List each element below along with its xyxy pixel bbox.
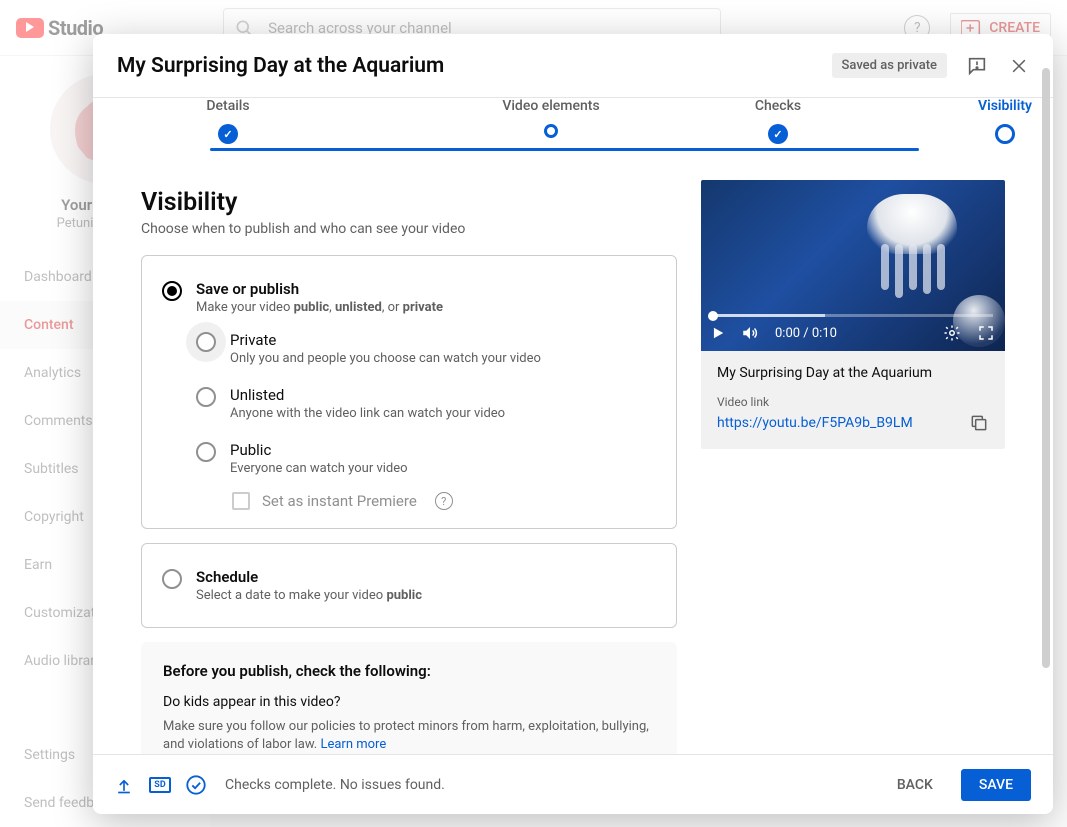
radio-save-or-publish[interactable] [162,281,182,301]
dialog-title: My Surprising Day at the Aquarium [117,54,444,78]
dialog-body: Visibility Choose when to publish and wh… [93,156,1053,754]
save-button[interactable]: SAVE [961,769,1031,801]
video-link-label: Video link [717,395,989,409]
scrollbar[interactable] [1042,68,1050,754]
premiere-checkbox-row[interactable]: Set as instant Premiere ? [232,492,656,510]
fullscreen-icon[interactable] [977,324,995,342]
premiere-label: Set as instant Premiere [262,492,417,510]
schedule-desc: Select a date to make your video public [196,588,422,603]
step-details[interactable]: Details [113,98,343,144]
option-unlisted-title: Unlisted [230,386,505,404]
save-or-publish-desc: Make your video public, unlisted, or pri… [196,300,443,315]
step-visibility[interactable]: Visibility [890,98,1067,144]
save-or-publish-radio-row[interactable]: Save or publish Make your video public, … [162,274,656,321]
play-icon[interactable] [711,326,725,340]
radio-unlisted[interactable] [196,387,216,407]
saved-badge: Saved as private [832,53,947,78]
checks-ok-icon [185,774,207,796]
dialog-footer: SD Checks complete. No issues found. BAC… [93,754,1053,814]
step-checks[interactable]: Checks [663,98,893,144]
premiere-checkbox[interactable] [232,492,250,510]
video-progress-bar[interactable] [713,314,993,317]
upload-status-icon[interactable] [113,774,135,796]
back-button[interactable]: BACK [885,769,945,801]
dialog-header: My Surprising Day at the Aquarium Saved … [93,34,1053,98]
option-unlisted-desc: Anyone with the video link can watch you… [230,406,505,421]
step-dot-icon [544,124,558,138]
before-q1: Do kids appear in this video? [163,694,655,710]
schedule-radio-row[interactable]: Schedule Select a date to make your vide… [162,562,656,609]
visibility-subheading: Choose when to publish and who can see y… [141,221,677,237]
step-video-elements[interactable]: Video elements [436,98,666,138]
checks-status-text: Checks complete. No issues found. [225,777,445,793]
preview-column: 0:00 / 0:10 My Surprising Day at the Aqu… [701,180,1005,754]
video-preview-card: 0:00 / 0:10 My Surprising Day at the Aqu… [701,180,1005,449]
step-check-icon [768,124,788,144]
sd-badge[interactable]: SD [149,777,171,793]
stepper: Details Video elements Checks Visibility [93,98,1053,156]
volume-icon[interactable] [741,324,759,342]
close-icon[interactable] [1007,54,1031,78]
visibility-heading: Visibility [141,188,677,217]
upload-dialog: My Surprising Day at the Aquarium Saved … [93,34,1053,814]
radio-schedule[interactable] [162,569,182,589]
video-link[interactable]: https://youtu.be/F5PA9b_B9LM [717,415,913,431]
save-or-publish-card: Save or publish Make your video public, … [141,255,677,529]
settings-gear-icon[interactable] [943,324,961,342]
option-unlisted[interactable]: Unlisted Anyone with the video link can … [196,376,656,431]
video-time: 0:00 / 0:10 [775,326,837,341]
before-publish-box: Before you publish, check the following:… [141,642,677,754]
copy-icon[interactable] [969,413,989,433]
option-public-title: Public [230,441,408,459]
schedule-title: Schedule [196,568,422,586]
learn-more-link[interactable]: Learn more [320,737,386,752]
preview-video-title: My Surprising Day at the Aquarium [717,365,989,381]
radio-public[interactable] [196,442,216,462]
help-icon[interactable]: ? [435,492,453,510]
before-p1: Make sure you follow our policies to pro… [163,718,655,754]
video-thumbnail[interactable]: 0:00 / 0:10 [701,180,1005,351]
step-check-icon [218,124,238,144]
option-public-desc: Everyone can watch your video [230,461,408,476]
option-private-title: Private [230,331,541,349]
option-public[interactable]: Public Everyone can watch your video [196,431,656,486]
radio-private[interactable] [196,332,216,352]
save-or-publish-title: Save or publish [196,280,443,298]
feedback-icon[interactable] [965,54,989,78]
step-active-circle-icon [995,124,1015,144]
before-heading: Before you publish, check the following: [163,662,655,680]
schedule-card: Schedule Select a date to make your vide… [141,543,677,628]
option-private[interactable]: Private Only you and people you choose c… [196,321,656,376]
option-private-desc: Only you and people you choose can watch… [230,351,541,366]
